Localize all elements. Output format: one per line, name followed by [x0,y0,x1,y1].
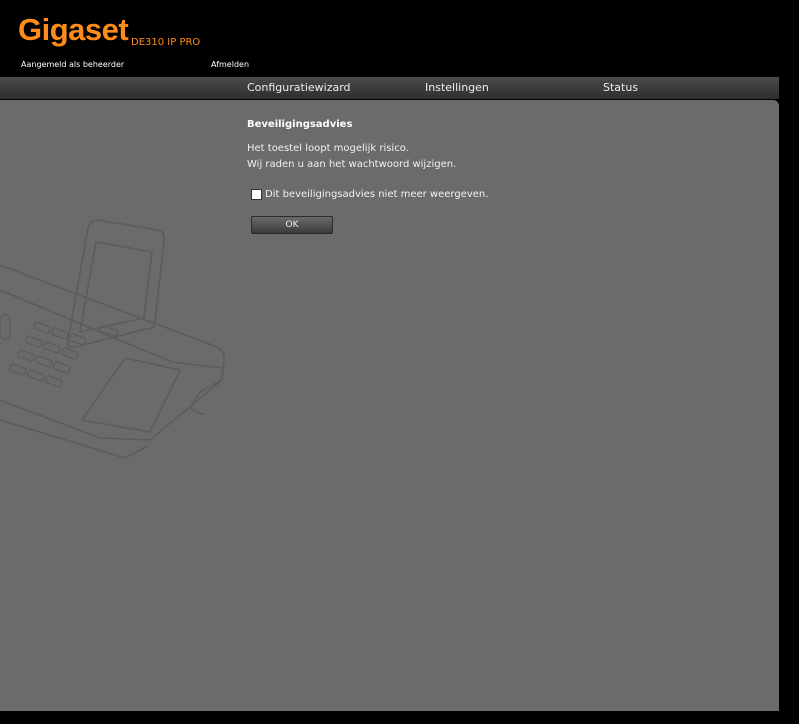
tab-settings[interactable]: Instellingen [425,77,489,99]
gigaset-logo: Gigaset [18,12,129,47]
content-panel: Beveiligingsadvies Het toestel loopt mog… [0,100,779,711]
tab-configuration-wizard[interactable]: Configuratiewizard [247,77,351,99]
nav-bar: Configuratiewizard Instellingen Status [0,77,779,99]
advice-line: Wij raden u aan het wachtwoord wijzigen. [247,159,457,170]
phone-illustration [0,219,226,459]
logout-link[interactable]: Afmelden [211,60,249,69]
advice-title: Beveiligingsadvies [247,119,353,130]
model-name: DE310 IP PRO [131,37,201,48]
advice-message: Het toestel loopt mogelijk risico. Wij r… [247,141,456,173]
hide-advice-label: Dit beveiligingsadvies niet meer weergev… [265,189,489,200]
login-status: Aangemeld als beheerder [21,60,125,69]
advice-line: Het toestel loopt mogelijk risico. [247,143,409,154]
hide-advice-row: Dit beveiligingsadvies niet meer weergev… [251,189,488,200]
hide-advice-checkbox[interactable] [251,189,262,200]
tab-status[interactable]: Status [603,77,638,99]
ok-button[interactable]: OK [251,216,333,234]
